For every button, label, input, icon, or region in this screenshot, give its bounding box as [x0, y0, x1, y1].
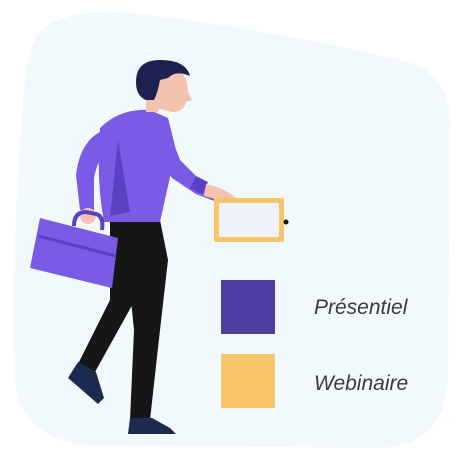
legend-label-presentiel: Présentiel	[314, 296, 408, 319]
legend-swatch-webinaire	[221, 354, 275, 408]
tablet-icon	[214, 198, 289, 242]
legend-label-webinaire: Webinaire	[314, 372, 409, 395]
legend-swatch-presentiel	[221, 280, 275, 334]
illustration-canvas: Présentiel Webinaire	[0, 0, 456, 450]
